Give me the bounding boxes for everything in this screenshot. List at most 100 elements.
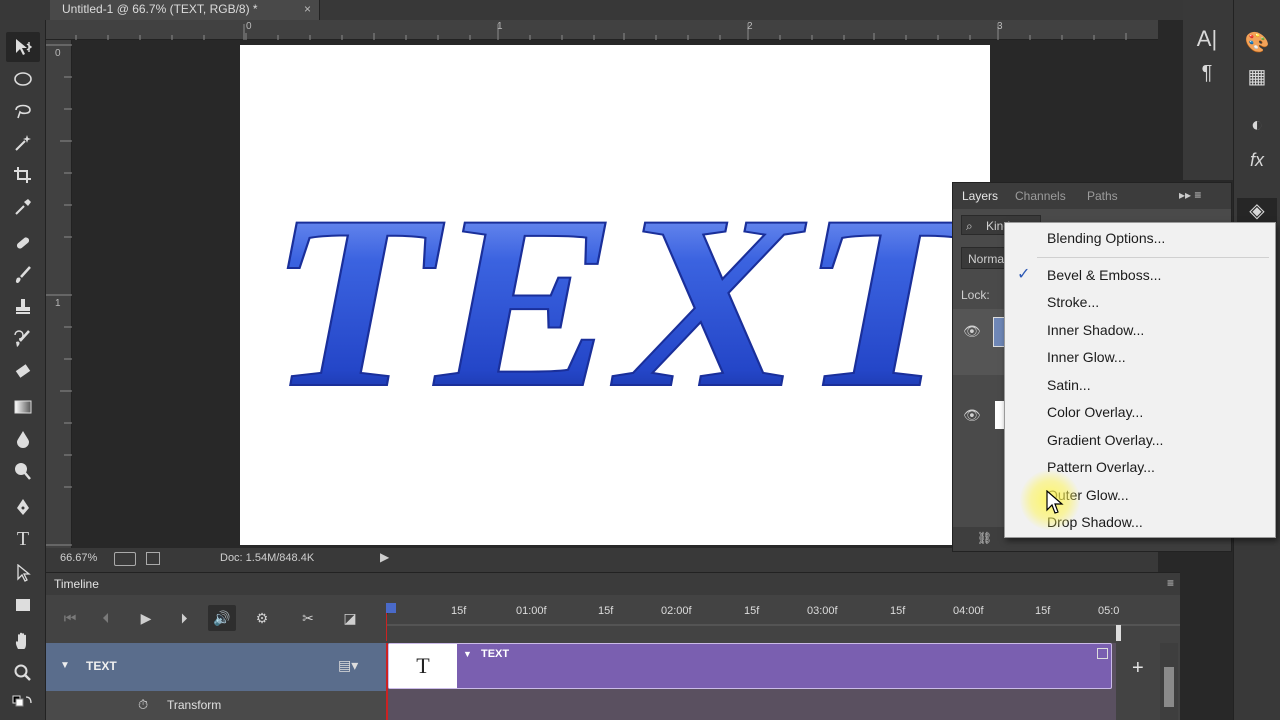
marquee-tool-icon[interactable] [6, 64, 40, 94]
document-canvas[interactable]: TEXT [240, 45, 990, 545]
crop-tool-icon[interactable] [6, 160, 40, 190]
blur-tool-icon[interactable] [6, 424, 40, 454]
layers-panel-tabs: Layers Channels Paths ▸▸ ≡ [953, 183, 1231, 209]
tab-channels[interactable]: Channels [1015, 189, 1066, 203]
ruler-v-label-0: 0 [55, 48, 61, 59]
character-icon[interactable]: A| [1187, 26, 1227, 52]
clip-end-handle-icon[interactable] [1097, 648, 1108, 659]
link-layers-icon[interactable]: ⛓ [977, 531, 992, 545]
gradient-tool-icon[interactable] [6, 392, 40, 422]
mouse-pointer-icon [1046, 490, 1064, 514]
adjustments-icon[interactable]: ◐ [1237, 114, 1277, 137]
visibility-eye-icon[interactable]: 👁 [963, 407, 981, 424]
timeline-tick: 15f [890, 605, 906, 617]
add-media-icon[interactable]: + [1132, 657, 1144, 680]
path-selection-tool-icon[interactable] [6, 558, 40, 588]
tools-panel: T [0, 20, 46, 720]
document-tab-bar: Untitled-1 @ 66.7% (TEXT, RGB/8) * × [0, 0, 1280, 20]
menu-item-bevel-emboss[interactable]: Bevel & Emboss... [1047, 267, 1161, 283]
timeline-tick: 01:00f [516, 605, 547, 617]
menu-item-blending-options[interactable]: Blending Options... [1047, 230, 1165, 246]
visibility-eye-icon[interactable]: 👁 [963, 323, 981, 340]
clone-stamp-tool-icon[interactable] [6, 292, 40, 322]
magic-wand-tool-icon[interactable] [6, 128, 40, 158]
canvas-text: TEXT [268, 164, 977, 439]
eyedropper-tool-icon[interactable] [6, 192, 40, 222]
timeline-tick: 03:00f [807, 605, 838, 617]
tab-paths[interactable]: Paths [1087, 189, 1118, 203]
swatches-icon[interactable]: 🎨 [1237, 30, 1277, 55]
clip-expand-icon[interactable]: ▼ [463, 649, 472, 659]
doc-info[interactable]: Doc: 1.54M/848.4K [220, 552, 314, 564]
dodge-tool-icon[interactable] [6, 456, 40, 486]
expand-triangle-icon[interactable]: ▼ [60, 660, 70, 671]
timeline-tick: 15f [451, 605, 467, 617]
settings-gear-icon[interactable]: ⚙ [248, 605, 276, 631]
timeline-tick: 15f [598, 605, 614, 617]
ruler-v-label-1: 1 [55, 298, 61, 309]
scrollbar-thumb[interactable] [1164, 667, 1174, 707]
timeline-layer-row[interactable]: ▼ TEXT ▤▾ [46, 643, 386, 691]
search-icon: ⌕ [966, 219, 973, 233]
zoom-level[interactable]: 66.67% [60, 552, 97, 564]
timeline-title[interactable]: Timeline [54, 577, 99, 591]
type-tool-icon[interactable]: T [6, 524, 40, 554]
zoom-tool-icon[interactable] [6, 658, 40, 688]
paragraph-icon[interactable]: ¶ [1187, 62, 1227, 85]
status-menu-arrow-icon[interactable]: ▶ [380, 550, 389, 564]
menu-item-inner-glow[interactable]: Inner Glow... [1047, 349, 1126, 365]
lasso-tool-icon[interactable] [6, 96, 40, 126]
rectangle-tool-icon[interactable] [6, 590, 40, 620]
transition-icon[interactable]: ◪ [336, 605, 364, 631]
previous-frame-icon[interactable]: ⏴ [92, 605, 120, 631]
grid-icon[interactable]: ▦ [1237, 64, 1277, 89]
menu-item-satin[interactable]: Satin... [1047, 377, 1091, 393]
healing-brush-tool-icon[interactable] [6, 228, 40, 258]
menu-item-inner-shadow[interactable]: Inner Shadow... [1047, 322, 1144, 338]
brush-tool-icon[interactable] [6, 260, 40, 290]
clip-thumbnail: T [389, 644, 457, 688]
pen-tool-icon[interactable] [6, 492, 40, 522]
timeline-layer-name: TEXT [86, 659, 117, 673]
default-colors-icon[interactable] [6, 688, 40, 712]
film-strip-icon[interactable]: ▤▾ [338, 657, 358, 674]
timeline-tick: 15f [744, 605, 760, 617]
horizontal-ruler: 0 1 2 3 [46, 20, 1158, 40]
timeline-scrollbar[interactable] [1160, 643, 1178, 720]
next-frame-icon[interactable]: ⏵ [170, 605, 198, 631]
layers-icon[interactable]: ◈ [1237, 198, 1277, 223]
hand-tool-icon[interactable] [6, 626, 40, 656]
photoshop-window: Untitled-1 @ 66.7% (TEXT, RGB/8) * × T 0… [0, 0, 1280, 720]
panel-collapse-icon[interactable]: ▸▸ ≡ [1179, 188, 1201, 202]
vertical-ruler: 0 1 [46, 40, 72, 548]
split-scissors-icon[interactable]: ✂ [294, 605, 322, 631]
document-tab[interactable]: Untitled-1 @ 66.7% (TEXT, RGB/8) * × [50, 0, 320, 20]
menu-item-color-overlay[interactable]: Color Overlay... [1047, 404, 1143, 420]
export-icon[interactable] [146, 552, 160, 565]
audio-icon[interactable]: 🔊 [208, 605, 236, 631]
timeline-ruler[interactable]: 15f 01:00f 15f 02:00f 15f 03:00f 15f 04:… [386, 595, 1180, 641]
transform-label: Transform [167, 698, 222, 712]
play-icon[interactable]: ▶ [132, 605, 160, 631]
history-brush-tool-icon[interactable] [6, 324, 40, 354]
checkmark-icon: ✓ [1017, 266, 1031, 283]
go-to-first-frame-icon[interactable]: ⏮ [56, 605, 84, 631]
transform-row[interactable]: ⏱ Transform [46, 691, 386, 720]
lock-label: Lock: [961, 288, 990, 302]
document-tab-title: Untitled-1 @ 66.7% (TEXT, RGB/8) * [62, 2, 258, 16]
menu-item-stroke[interactable]: Stroke... [1047, 294, 1099, 310]
panel-menu-icon[interactable]: ≡ [1167, 576, 1174, 590]
move-tool-icon[interactable] [6, 32, 40, 62]
timeline-tick: 05:0 [1098, 605, 1120, 617]
status-settings-icon[interactable] [114, 552, 136, 566]
tab-layers[interactable]: Layers [962, 189, 998, 203]
timeline-header: Timeline ≡ [46, 573, 1180, 595]
stopwatch-icon[interactable]: ⏱ [138, 697, 148, 713]
close-icon[interactable]: × [304, 0, 311, 19]
eraser-tool-icon[interactable] [6, 356, 40, 386]
timeline-track: T ▼ TEXT [386, 643, 1116, 720]
styles-icon[interactable]: fx [1237, 150, 1277, 171]
timeline-clip[interactable]: T ▼ TEXT [388, 643, 1112, 689]
menu-item-gradient-overlay[interactable]: Gradient Overlay... [1047, 432, 1163, 448]
clip-label: TEXT [481, 648, 510, 660]
